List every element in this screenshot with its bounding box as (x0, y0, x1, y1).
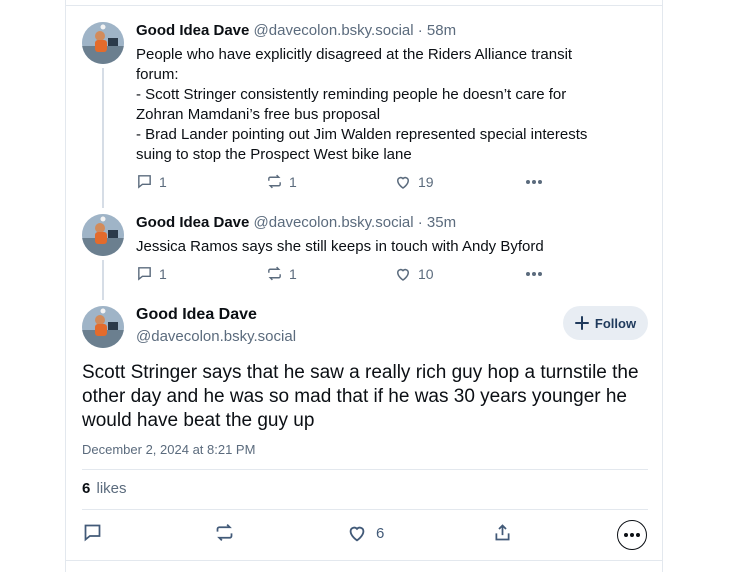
avatar[interactable] (82, 22, 124, 64)
top-divider (65, 5, 663, 6)
repost-count: 1 (289, 173, 297, 190)
author-handle[interactable]: @davecolon.bsky.social (254, 214, 414, 231)
author-name[interactable]: Good Idea Dave (136, 22, 249, 39)
reply-count: 1 (159, 265, 167, 282)
follow-button[interactable]: Follow (563, 306, 648, 340)
like-button[interactable]: 6 (346, 522, 384, 544)
author-handle[interactable]: @davecolon.bsky.social (136, 328, 296, 345)
like-count: 19 (418, 174, 434, 190)
avatar[interactable] (82, 306, 124, 348)
author-name[interactable]: Good Idea Dave (136, 214, 249, 231)
separator-dot: · (417, 214, 423, 231)
reply-text: Jessica Ramos says she still keeps in to… (136, 238, 544, 255)
bottom-divider (65, 560, 663, 561)
share-button[interactable] (492, 522, 513, 543)
repost-icon (216, 524, 233, 541)
repost-icon (268, 266, 281, 281)
reply-header: Good Idea Dave @davecolon.bsky.social · … (136, 22, 456, 39)
like-count: 10 (418, 266, 434, 282)
heart-icon (349, 526, 365, 542)
more-dots-icon (624, 533, 640, 537)
post-date[interactable]: December 2, 2024 at 8:21 PM (82, 442, 255, 457)
follow-label: Follow (594, 315, 637, 331)
more-options-button[interactable] (617, 520, 647, 550)
more-button[interactable] (524, 173, 544, 191)
repost-button[interactable]: 1 (266, 173, 297, 190)
like-button[interactable]: 19 (394, 173, 434, 191)
repost-icon (268, 174, 281, 189)
heart-icon (396, 268, 410, 281)
repost-count: 1 (289, 265, 297, 282)
reply-count: 1 (159, 173, 167, 190)
reply-actions: 1 1 19 (136, 173, 556, 195)
more-dots-icon (526, 272, 542, 276)
more-dots-icon (526, 180, 542, 184)
reply-actions: 1 1 10 (136, 265, 556, 287)
author-handle[interactable]: @davecolon.bsky.social (254, 22, 414, 39)
likes-summary[interactable]: 6 likes (82, 480, 127, 497)
more-button[interactable] (524, 265, 544, 283)
thread-connector (102, 68, 104, 208)
separator-dot: · (417, 22, 423, 39)
divider (82, 469, 648, 470)
avatar[interactable] (82, 214, 124, 256)
reply-header: Good Idea Dave @davecolon.bsky.social · … (136, 214, 456, 231)
comment-icon (138, 267, 151, 281)
likes-label: likes (96, 480, 127, 497)
thread-connector (102, 260, 104, 300)
author-name[interactable]: Good Idea Dave (136, 306, 257, 324)
comment-icon (138, 175, 151, 189)
reply-button[interactable]: 1 (136, 265, 167, 282)
post-text: Scott Stringer says that he saw a really… (82, 362, 639, 431)
like-button[interactable]: 10 (394, 265, 434, 283)
post-time[interactable]: 58m (427, 22, 456, 39)
comment-icon (84, 524, 101, 542)
reply-text: People who have explicitly disagreed at … (136, 46, 588, 163)
repost-button[interactable]: 1 (266, 265, 297, 282)
plus-icon (574, 316, 589, 330)
post-time[interactable]: 35m (427, 214, 456, 231)
like-count: 6 (376, 524, 385, 542)
heart-icon (396, 176, 410, 189)
likes-count: 6 (82, 480, 91, 497)
reply-button[interactable] (82, 522, 103, 543)
post-actions: 6 (82, 520, 650, 550)
share-icon (495, 524, 510, 541)
repost-button[interactable] (214, 522, 235, 543)
reply-button[interactable]: 1 (136, 173, 167, 190)
divider (82, 509, 648, 510)
